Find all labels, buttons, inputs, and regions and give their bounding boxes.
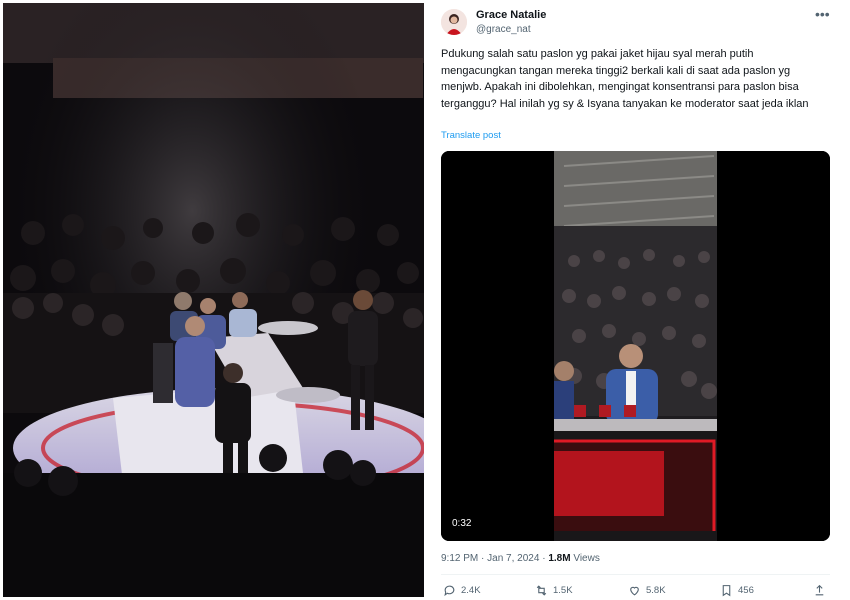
- repost-icon: [536, 585, 547, 596]
- repost-button[interactable]: 1.5K: [535, 584, 573, 597]
- more-dots-icon[interactable]: •••: [815, 6, 830, 22]
- like-button[interactable]: 5.8K: [628, 584, 666, 597]
- author-name[interactable]: Grace Natalie: [476, 9, 546, 21]
- tweet-meta: 9:12 PM · Jan 7, 2024 · 1.8M Views: [441, 553, 600, 564]
- video-player[interactable]: [441, 151, 830, 541]
- translate-post-link[interactable]: Translate post: [441, 130, 501, 141]
- repost-count: 1.5K: [553, 585, 573, 596]
- views-label: Views: [573, 553, 600, 564]
- share-button[interactable]: [813, 584, 826, 597]
- meta-separator: ·: [542, 553, 546, 564]
- action-bar: 2.4K 1.5K 5.8K 456: [441, 584, 830, 600]
- bookmark-icon: [722, 585, 731, 597]
- views-count: 1.8M: [548, 553, 571, 564]
- bookmark-count: 456: [738, 585, 754, 596]
- reply-count: 2.4K: [461, 585, 481, 596]
- author-handle[interactable]: @grace_nat: [476, 24, 531, 35]
- like-count: 5.8K: [646, 585, 666, 596]
- meta-separator: ·: [481, 553, 485, 564]
- tweet-time[interactable]: 9:12 PM: [441, 553, 478, 564]
- divider: [441, 574, 830, 575]
- share-icon: [815, 584, 824, 596]
- reply-icon: [444, 585, 455, 597]
- heart-icon: [630, 586, 639, 596]
- event-photo: [3, 3, 424, 597]
- tweet-text: Pdukung salah satu paslon yg pakai jaket…: [441, 48, 809, 110]
- video-duration: 0:32: [448, 517, 476, 530]
- reply-button[interactable]: 2.4K: [443, 584, 481, 597]
- author-avatar[interactable]: [441, 9, 467, 35]
- tweet-date[interactable]: Jan 7, 2024: [487, 553, 539, 564]
- bookmark-button[interactable]: 456: [720, 584, 754, 597]
